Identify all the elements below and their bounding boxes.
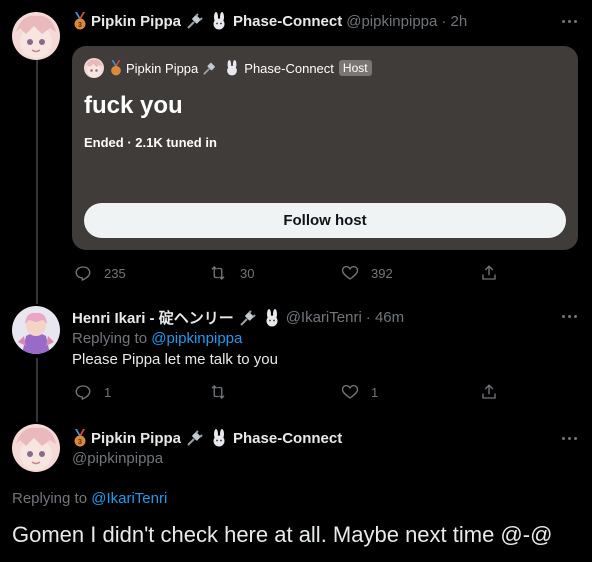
- reply-button[interactable]: 1: [74, 383, 111, 401]
- rabbit-icon: [210, 429, 228, 447]
- retweet-count: 30: [240, 265, 255, 281]
- plug-icon: [186, 12, 204, 30]
- like-button[interactable]: 1: [341, 383, 378, 401]
- follow-host-button[interactable]: Follow host: [84, 203, 566, 238]
- like-count: 392: [371, 265, 393, 281]
- rabbit-icon: [224, 60, 240, 76]
- reply-button[interactable]: 235: [74, 264, 126, 282]
- share-icon: [482, 265, 496, 280]
- like-icon: [341, 384, 359, 399]
- avatar-pippa[interactable]: [12, 424, 60, 472]
- replying-handle-link[interactable]: @pipkinpippa: [151, 330, 242, 347]
- space-host-avatar: [84, 58, 104, 78]
- retweet-button[interactable]: 30: [208, 264, 254, 282]
- plug-icon: [239, 309, 257, 327]
- share-button[interactable]: [480, 264, 510, 282]
- replying-to: Replying to @IkariTenri: [12, 490, 167, 507]
- tweet-time[interactable]: · 2h: [441, 13, 467, 30]
- replying-prefix: Replying to: [12, 490, 88, 507]
- replying-handle-link[interactable]: @IkariTenri: [91, 490, 167, 507]
- reply-icon: [75, 266, 91, 281]
- like-count: 1: [371, 384, 379, 400]
- retweet-icon: [211, 266, 225, 280]
- tweet3-header: 3 Pipkin Pippa Phase-Connect: [72, 429, 342, 447]
- space-header: Pipkin Pippa Phase-Connect Host: [84, 58, 372, 78]
- reply-count: 1: [104, 384, 112, 400]
- plug-icon: [202, 60, 218, 76]
- like-button[interactable]: 392: [341, 264, 393, 282]
- reply-count: 235: [104, 265, 126, 281]
- tweet2-header: Henri Ikari - 碇ヘンリー @IkariTenri · 46m: [72, 307, 404, 328]
- author-handle[interactable]: @pipkinpippa: [346, 13, 437, 30]
- rabbit-icon: [263, 308, 281, 327]
- share-button[interactable]: [480, 383, 510, 401]
- affiliation[interactable]: Phase-Connect: [233, 13, 342, 30]
- thread-line-2: [36, 358, 38, 422]
- more-icon[interactable]: [562, 13, 577, 29]
- retweet-button[interactable]: [208, 383, 240, 401]
- avatar-henri[interactable]: [12, 306, 60, 354]
- replying-to: Replying to @pipkinpippa: [72, 330, 242, 347]
- medal-icon: 3: [72, 12, 88, 30]
- replying-prefix: Replying to: [72, 330, 148, 347]
- author-handle[interactable]: @IkariTenri: [286, 309, 362, 326]
- reply-icon: [75, 385, 91, 400]
- avatar-pippa[interactable]: [12, 12, 60, 60]
- space-author-name: Pipkin Pippa: [126, 60, 199, 76]
- more-icon[interactable]: [562, 430, 577, 446]
- retweet-icon: [211, 385, 225, 399]
- tweet-text: Gomen I didn't check here at all. Maybe …: [12, 522, 553, 547]
- space-status: Ended · 2.1K tuned in: [84, 135, 217, 150]
- svg-text:3: 3: [78, 439, 82, 446]
- space-affiliation: Phase-Connect: [244, 60, 334, 76]
- space-title: fuck you: [84, 92, 183, 119]
- host-badge: Host: [338, 60, 372, 76]
- author-name[interactable]: Pipkin Pippa: [91, 13, 181, 30]
- svg-text:3: 3: [78, 22, 82, 29]
- share-icon: [482, 384, 496, 399]
- space-card[interactable]: Pipkin Pippa Phase-Connect Host fuck you…: [72, 46, 578, 250]
- author-name[interactable]: Pipkin Pippa: [91, 430, 181, 447]
- medal-icon: [109, 60, 123, 76]
- thread-line-1: [36, 60, 38, 304]
- affiliation[interactable]: Phase-Connect: [233, 430, 342, 447]
- plug-icon: [186, 429, 204, 447]
- more-icon[interactable]: [562, 308, 577, 324]
- like-icon: [341, 265, 359, 280]
- rabbit-icon: [210, 12, 228, 30]
- author-name[interactable]: Henri Ikari - 碇ヘンリー: [72, 307, 234, 328]
- medal-icon: 3: [72, 429, 88, 447]
- tweet-time[interactable]: · 46m: [366, 309, 404, 326]
- tweet1-header: 3 Pipkin Pippa Phase-Connect @pipkinpipp…: [72, 12, 467, 30]
- tweet-text: Please Pippa let me talk to you: [72, 351, 278, 368]
- author-handle[interactable]: @pipkinpippa: [72, 450, 163, 467]
